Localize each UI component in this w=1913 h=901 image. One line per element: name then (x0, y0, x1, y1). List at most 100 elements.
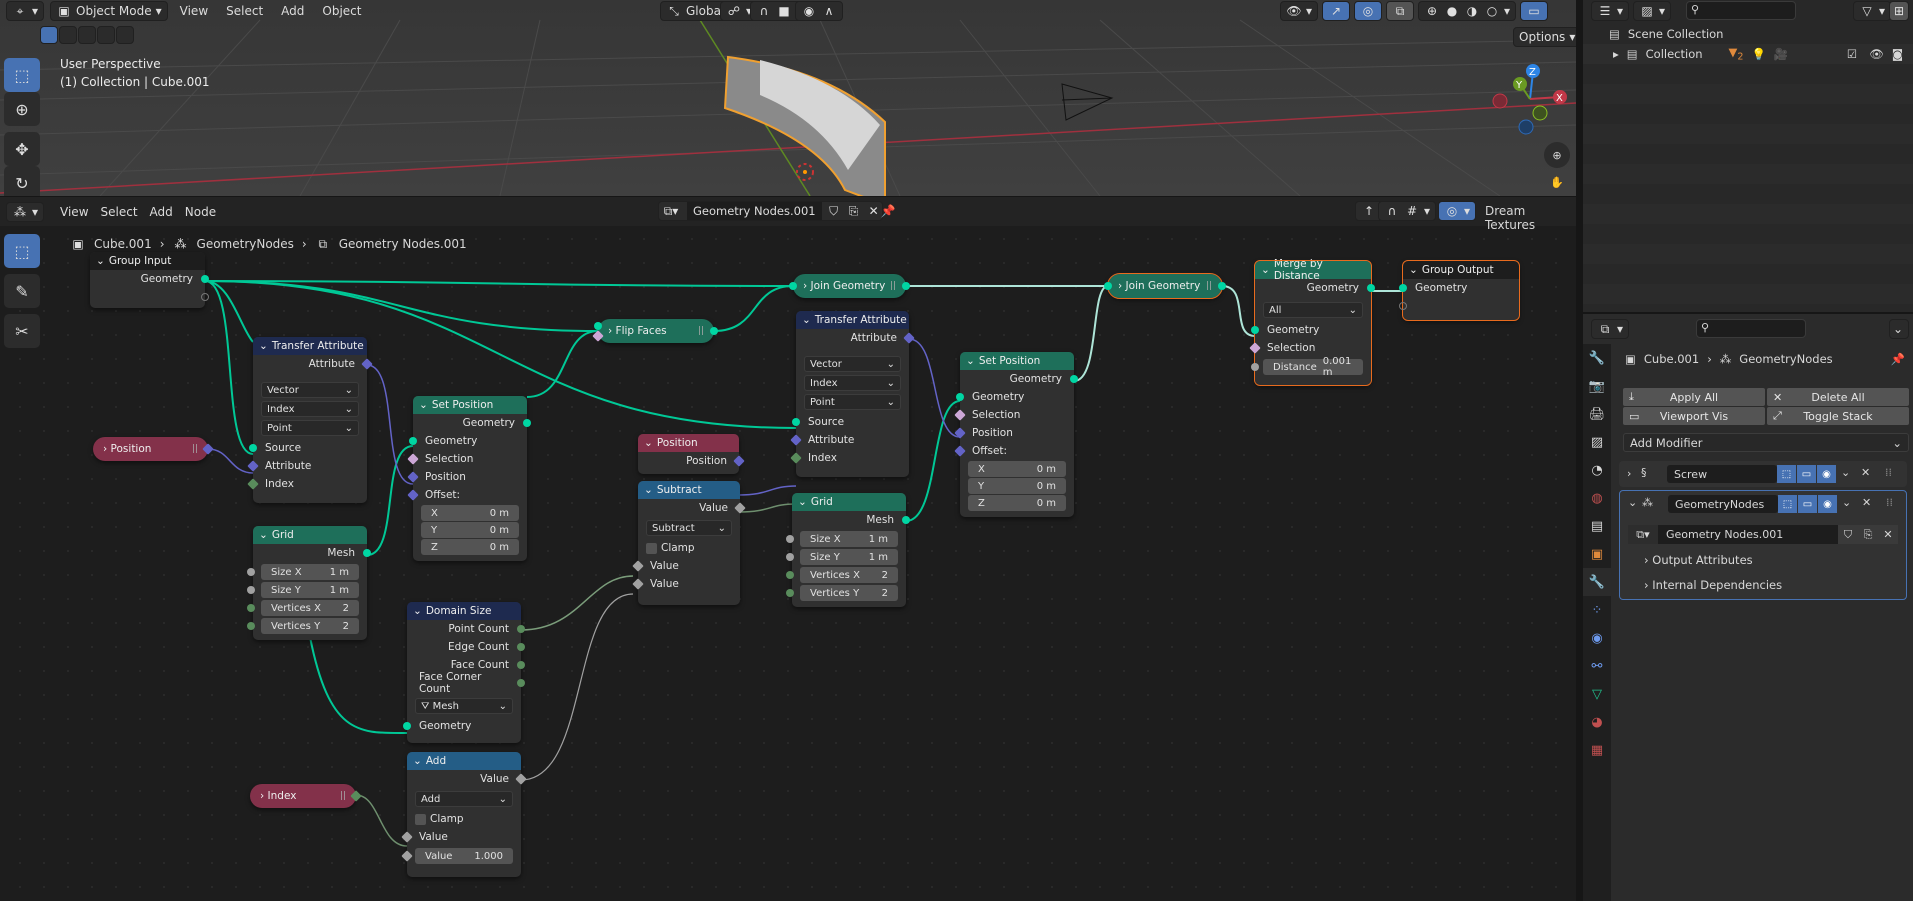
offset-input-socket[interactable] (954, 445, 966, 457)
mesh-output-socket[interactable] (363, 549, 371, 557)
mapping-dropdown[interactable]: Index ⌄ (804, 375, 901, 391)
node-header[interactable]: ⌄ Merge by Distance (1255, 258, 1371, 282)
duplicate-icon[interactable]: ⎘ (846, 203, 862, 219)
render-camera-icon[interactable]: ◙ (1892, 47, 1903, 61)
value-output-socket[interactable] (734, 502, 746, 514)
zoom-view-button[interactable]: ⊕ (1544, 142, 1570, 168)
offset-z-field[interactable]: Z 0 m (421, 539, 519, 555)
attribute-input-socket[interactable] (790, 434, 802, 446)
cut-links-tool[interactable]: ✂ (4, 314, 40, 348)
snap-toggle[interactable]: ∩ # ▾ (1378, 201, 1437, 221)
node-header[interactable]: ⌄ Set Position (960, 352, 1074, 370)
properties-editor[interactable]: ⧉ ▾ ⚲ ⌄ 🔧 📷 🖨 ▨ ◔ ◍ ▤ ▣ 🔧 ⁘ ◉ ⚯ ▽ ◕ ▦ ▣ Cu… (1583, 314, 1913, 901)
remove-modifier-icon[interactable]: ✕ (1862, 496, 1871, 509)
node-math-subtract[interactable]: ⌄ Subtract Value Subtract ⌄ Clamp Value Va… (632, 481, 746, 605)
menu-select[interactable]: Select (220, 4, 269, 18)
vertices-x-field[interactable]: Vertices X 2 (786, 567, 898, 583)
xray-toggle[interactable]: ⧉ (1386, 1, 1415, 21)
node-group-name[interactable]: Geometry Nodes.001 (1658, 525, 1838, 544)
node-merge-by-distance[interactable]: ⌄ Merge by Distance Geometry All ⌄ Geometr… (1249, 258, 1375, 386)
add-modifier-dropdown[interactable]: Add Modifier ⌄ (1623, 433, 1909, 452)
overlay-toggle[interactable]: ◎ ▾ (1438, 201, 1477, 221)
drag-handle-icon[interactable]: ⁞⁞ (1885, 466, 1892, 479)
offset-x-field[interactable]: X 0 m (421, 505, 519, 521)
selection-input-socket[interactable] (592, 330, 604, 342)
value-input-socket[interactable] (401, 850, 413, 862)
filter-view-dropdown[interactable]: ▨ ▾ (1633, 1, 1672, 21)
face-corner-count-output-socket[interactable] (517, 679, 525, 687)
fake-user-icon[interactable]: ⛉ (826, 203, 842, 219)
geometry-input-socket[interactable] (1399, 284, 1407, 292)
modifier-name-field[interactable]: GeometryNodes (1668, 495, 1778, 513)
viewport-vis-button[interactable]: ▭ Viewport Vis (1623, 407, 1765, 425)
pan-view-button[interactable]: ✋ (1544, 170, 1570, 194)
node-header[interactable]: ⌄ Grid (792, 493, 906, 511)
selection-input-socket[interactable] (954, 409, 966, 421)
viewport-toggle[interactable]: ▭ (1798, 495, 1817, 513)
vertices-y-socket[interactable] (786, 589, 794, 597)
vertices-y-field[interactable]: Vertices Y 2 (247, 618, 359, 634)
offset-z-field[interactable]: Z 0 m (968, 495, 1066, 511)
node-position[interactable]: ⌄ Position Position (638, 434, 745, 474)
tab-material[interactable]: ◕ (1583, 708, 1611, 736)
offset-input-socket[interactable] (407, 489, 419, 501)
node-header[interactable]: ⌄ Set Position (413, 396, 527, 414)
index-input-socket[interactable] (790, 452, 802, 464)
vertices-y-field[interactable]: Vertices Y 2 (786, 585, 898, 601)
index-input-socket[interactable] (247, 478, 259, 490)
pin-icon[interactable]: 📌 (1891, 352, 1905, 366)
geometry-output-socket[interactable] (201, 275, 209, 283)
value-field[interactable]: Value 1.000 (401, 848, 513, 864)
new-collection-button[interactable]: ⊞ (1889, 1, 1909, 21)
mesh-object-icon[interactable]: ▼2 (1729, 45, 1744, 62)
menu-node[interactable]: Node (179, 205, 222, 219)
clamp-checkbox[interactable]: Clamp (407, 810, 521, 828)
node-tree-icon[interactable]: ⧉▾ (1628, 525, 1658, 544)
node-join-geometry-collapsed[interactable]: › Join Geometry || (789, 274, 910, 298)
node-header[interactable]: ⌄ Grid (253, 526, 367, 544)
size-x-field[interactable]: Size X 1 m (247, 564, 359, 580)
geometry-input-socket[interactable] (956, 393, 964, 401)
tab-view-layer[interactable]: ▨ (1583, 428, 1611, 456)
visibility-dropdown[interactable]: 👁 ▾ (1280, 1, 1319, 21)
offset-y-field[interactable]: Y 0 m (968, 478, 1066, 494)
domain-dropdown[interactable]: Point ⌄ (261, 420, 359, 436)
size-x-socket[interactable] (786, 535, 794, 543)
geometry-output-socket[interactable] (523, 419, 531, 427)
edit-mode-toggle[interactable]: ⬚ (1778, 495, 1797, 513)
offset-y-field[interactable]: Y 0 m (421, 522, 519, 538)
geometry-input-socket[interactable] (1104, 282, 1112, 290)
index-output-socket[interactable] (350, 790, 362, 802)
node-header[interactable]: ⌄ Subtract (638, 481, 740, 499)
menu-add[interactable]: Add (144, 205, 179, 219)
domain-dropdown[interactable]: Point ⌄ (804, 394, 901, 410)
attribute-input-socket[interactable] (247, 460, 259, 472)
offset-x-field[interactable]: X 0 m (968, 461, 1066, 477)
node-set-position[interactable]: ⌄ Set Position Geometry Geometry Selectio… (407, 396, 531, 561)
tab-physics[interactable]: ◉ (1583, 624, 1611, 652)
geometry-output-socket[interactable] (1218, 282, 1226, 290)
edge-count-output-socket[interactable] (517, 643, 525, 651)
props-search-input[interactable]: ⚲ (1696, 319, 1806, 338)
tab-tool[interactable]: 🔧 (1583, 344, 1611, 372)
render-toggle[interactable]: ◉ (1817, 465, 1836, 483)
size-y-socket[interactable] (247, 586, 255, 594)
mapping-dropdown[interactable]: Index ⌄ (261, 401, 359, 417)
position-input-socket[interactable] (407, 471, 419, 483)
node-transfer-attribute[interactable]: ⌄ Transfer Attribute Attribute Vector ⌄ In… (247, 337, 373, 503)
duplicate-icon[interactable]: ⎘ (1858, 525, 1878, 544)
select-new-button[interactable] (40, 26, 58, 44)
selection-input-socket[interactable] (1249, 342, 1261, 354)
eye-icon[interactable]: 👁 (1869, 47, 1884, 61)
menu-view[interactable]: View (174, 4, 214, 18)
rotate-tool[interactable]: ↻ (4, 166, 40, 196)
vertices-x-socket[interactable] (247, 604, 255, 612)
size-y-field[interactable]: Size Y 1 m (786, 549, 898, 565)
node-domain-size[interactable]: ⌄ Domain Size Point Count Edge Count Face… (403, 602, 525, 743)
dream-textures-label[interactable]: Dream Textures (1485, 204, 1576, 232)
viewport-toggle[interactable]: ▭ (1797, 465, 1816, 483)
annotate-tool[interactable]: ✎ (4, 274, 40, 308)
clamp-checkbox[interactable]: Clamp (638, 539, 740, 557)
vertices-y-socket[interactable] (247, 622, 255, 630)
menu-add[interactable]: Add (275, 4, 310, 18)
